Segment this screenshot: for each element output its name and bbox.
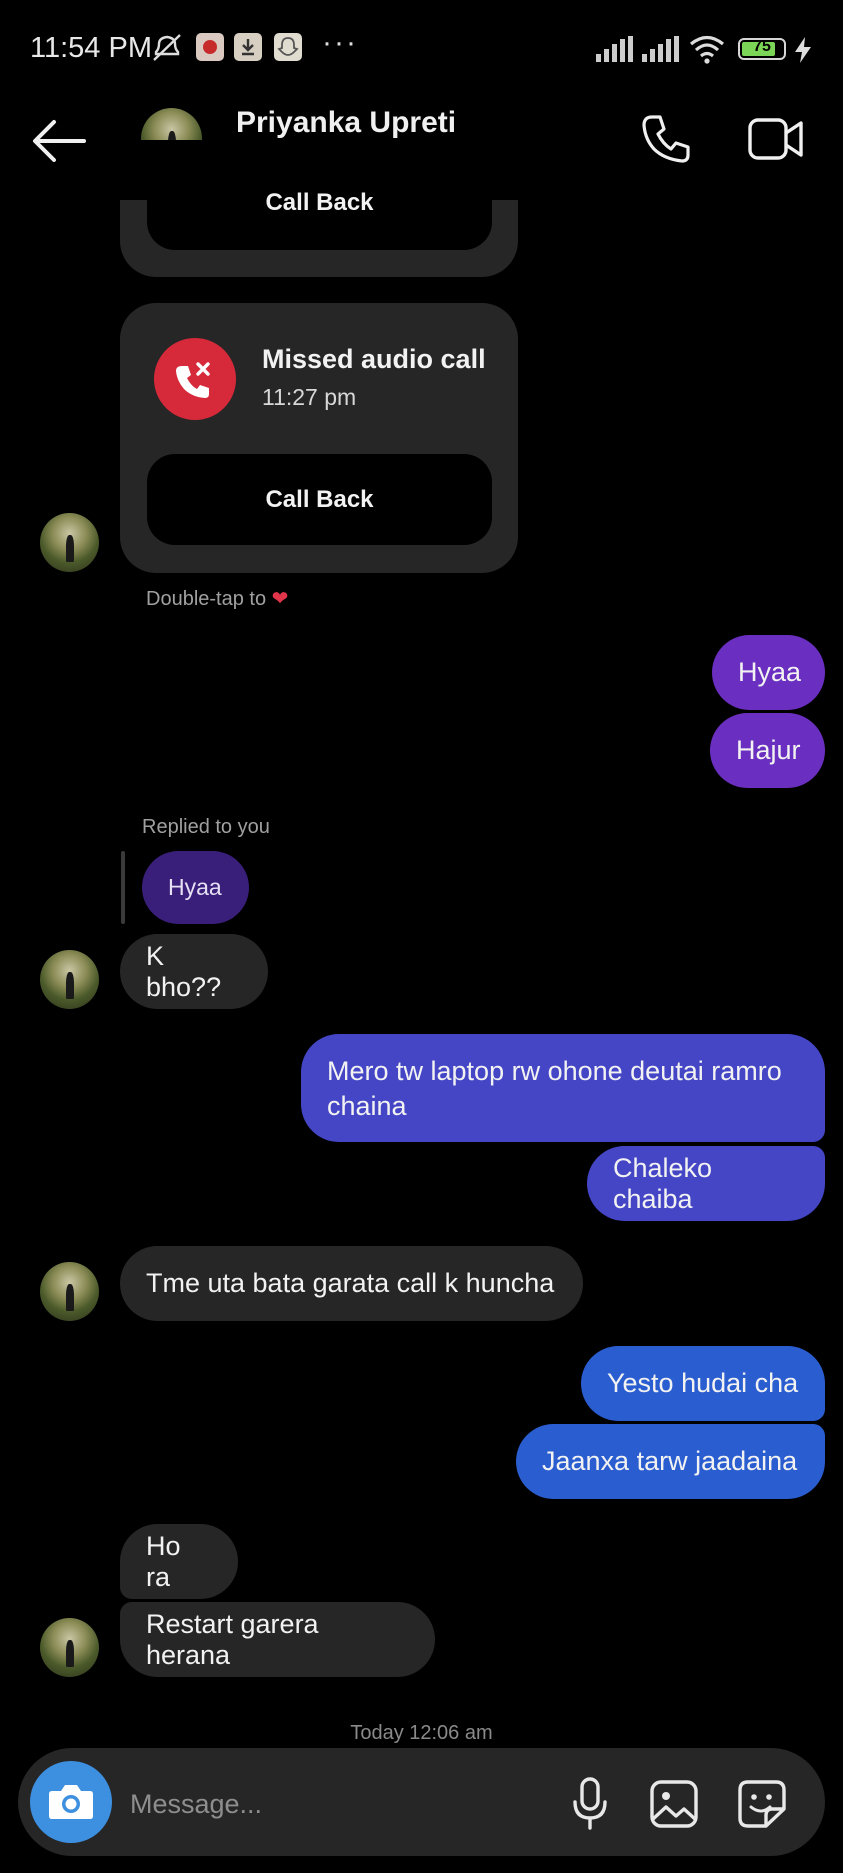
mute-icon: [153, 34, 181, 61]
message-text: Jaanxa tarw jaadaina: [542, 1446, 798, 1476]
sent-message[interactable]: Yesto hudai cha: [581, 1346, 825, 1421]
call-back-label: Call Back: [265, 190, 374, 216]
microphone-icon[interactable]: [570, 1776, 610, 1830]
contact-avatar[interactable]: [40, 950, 99, 1009]
message-text-line-2: chaina: [327, 1091, 407, 1121]
message-text: Restart garera herana: [146, 1608, 319, 1670]
sent-message[interactable]: Mero tw laptop rw ohone deutai ramro cha…: [301, 1034, 825, 1142]
message-text: K bho??: [146, 940, 222, 1002]
missed-call-time: 11:27 pm: [262, 384, 357, 410]
call-back-button[interactable]: Call Back: [147, 454, 492, 545]
missed-call-icon: [154, 338, 236, 420]
message-text: Yesto hudai cha: [607, 1368, 799, 1398]
message-text: Tme uta bata garata call k huncha: [146, 1268, 555, 1298]
sent-message[interactable]: Hajur: [710, 713, 825, 788]
message-text: Chaleko chaiba: [613, 1152, 713, 1214]
message-input[interactable]: [128, 1778, 552, 1830]
wifi-icon: [689, 35, 725, 64]
replied-to-you-label: Replied to you: [142, 816, 270, 838]
message-text: Ho ra: [146, 1530, 181, 1592]
sticker-icon[interactable]: [736, 1779, 788, 1829]
received-message[interactable]: Ho ra: [120, 1524, 238, 1599]
app-notification-icon: [196, 33, 224, 61]
reply-quote-bar: [121, 851, 125, 924]
download-icon: [234, 33, 262, 61]
contact-avatar[interactable]: [40, 1618, 99, 1677]
camera-icon: [49, 1785, 93, 1819]
battery-level: 75: [753, 38, 771, 55]
contact-avatar[interactable]: [40, 1262, 99, 1321]
missed-call-title: Missed audio call: [262, 344, 486, 374]
audio-call-icon[interactable]: [640, 113, 692, 165]
contact-name[interactable]: Priyanka Upreti: [236, 106, 456, 140]
received-message[interactable]: K bho??: [120, 934, 268, 1009]
heart-icon: ❤: [271, 588, 289, 610]
double-tap-hint: Double-tap to ❤: [146, 586, 288, 611]
status-time: 11:54 PM: [30, 32, 152, 64]
signal-icon: [642, 36, 679, 62]
received-message[interactable]: Restart garera herana: [120, 1602, 435, 1677]
video-call-icon[interactable]: [748, 116, 804, 162]
sent-message[interactable]: Jaanxa tarw jaadaina: [516, 1424, 825, 1499]
gallery-icon[interactable]: [649, 1779, 699, 1829]
snapchat-icon: [274, 33, 302, 61]
reply-quote-bubble[interactable]: Hyaa: [142, 851, 249, 924]
message-text-line-1: Mero tw laptop rw ohone deutai ramro: [327, 1056, 782, 1086]
call-back-label: Call Back: [265, 486, 374, 513]
chat-timestamp: Today 12:06 am: [350, 1722, 493, 1744]
sent-message[interactable]: Chaleko chaiba: [587, 1146, 825, 1221]
call-back-button[interactable]: Call Back: [147, 190, 492, 250]
received-message[interactable]: Tme uta bata garata call k huncha: [120, 1246, 583, 1321]
reply-quote-text: Hyaa: [168, 874, 222, 900]
charging-icon: [795, 37, 811, 63]
sent-message[interactable]: Hyaa: [712, 635, 825, 710]
contact-avatar[interactable]: [40, 513, 99, 572]
battery-icon: 75: [738, 38, 786, 60]
more-dots-icon: ···: [322, 26, 358, 59]
message-text: Hyaa: [738, 657, 802, 687]
double-tap-text: Double-tap to: [146, 588, 267, 610]
message-text: Hajur: [736, 735, 801, 765]
camera-button[interactable]: [30, 1761, 112, 1843]
back-arrow-icon[interactable]: [32, 118, 86, 164]
signal-icon: [596, 36, 633, 62]
